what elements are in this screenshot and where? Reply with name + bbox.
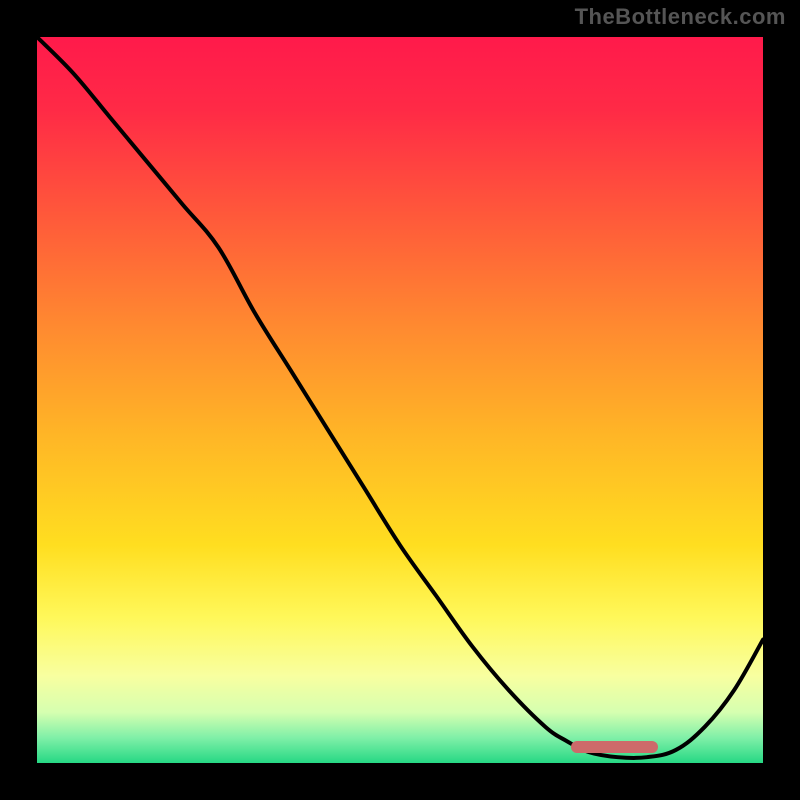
chart-frame: TheBottleneck.com (0, 0, 800, 800)
optimal-range-marker (571, 741, 658, 753)
gradient-rect (37, 37, 763, 763)
plot-svg (37, 37, 763, 763)
watermark-text: TheBottleneck.com (575, 4, 786, 30)
plot-area (37, 37, 763, 763)
